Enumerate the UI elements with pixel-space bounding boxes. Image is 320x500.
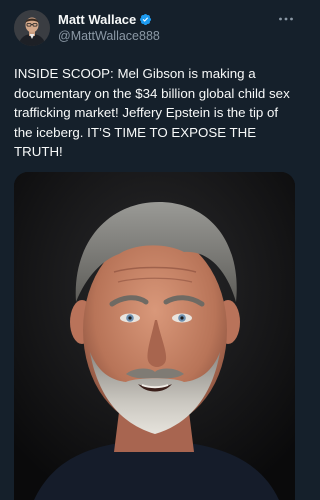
verified-badge-icon <box>139 13 152 26</box>
tweet-header: Matt Wallace @MattWallace888 <box>14 10 295 46</box>
avatar[interactable] <box>14 10 50 46</box>
portrait-photo <box>14 172 295 500</box>
tweet-card[interactable]: Matt Wallace @MattWallace888 INSIDE SCOO… <box>0 0 309 500</box>
more-options-button[interactable] <box>277 12 295 24</box>
display-name[interactable]: Matt Wallace <box>58 12 136 27</box>
display-name-row: Matt Wallace <box>58 11 160 28</box>
avatar-image <box>14 10 50 46</box>
author-names: Matt Wallace @MattWallace888 <box>58 11 160 43</box>
author-handle[interactable]: @MattWallace888 <box>58 29 160 43</box>
more-horizontal-icon <box>279 17 293 21</box>
tweet-text: INSIDE SCOOP: Mel Gibson is making a doc… <box>14 66 290 159</box>
tweet-photo[interactable] <box>14 172 295 500</box>
